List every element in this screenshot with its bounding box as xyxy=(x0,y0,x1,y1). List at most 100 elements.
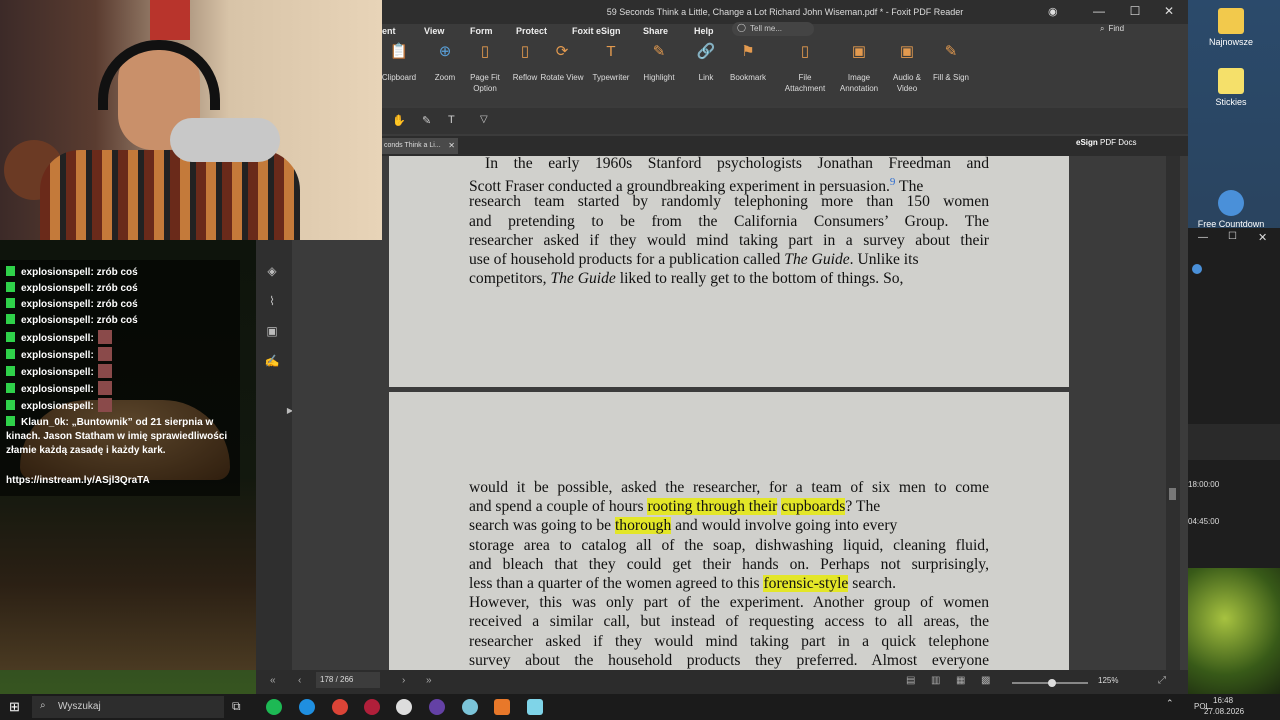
lock-icon[interactable]: ▣ xyxy=(264,324,280,340)
zoom-slider[interactable] xyxy=(1012,679,1088,687)
clock-time[interactable]: 16:48 xyxy=(1213,696,1233,705)
taskbar-search[interactable]: ⌕ Wyszukaj xyxy=(32,696,224,718)
esign-label: eSign xyxy=(1076,138,1098,147)
chevron-down-icon[interactable]: ▽ xyxy=(480,114,488,125)
continuous-page-icon[interactable]: ▥ xyxy=(931,675,940,686)
app-icon[interactable] xyxy=(396,699,412,715)
ribbon: 📋 Clipboard ⊕ Zoom ▯ Page Fit Option ▯ Reflo… xyxy=(382,40,1188,106)
emote-icon xyxy=(97,381,112,395)
pencil-icon[interactable]: ✎ xyxy=(422,114,431,127)
layers-icon[interactable]: ◈ xyxy=(264,264,280,280)
desktop-icon-free-countdown[interactable]: Free Countdown xyxy=(1196,190,1266,229)
single-page-icon[interactable]: ▤ xyxy=(906,675,915,686)
chat-username: explosionspell: xyxy=(21,333,94,344)
desktop-icon-najnowsze[interactable]: Najnowsze xyxy=(1196,8,1266,47)
text-line: use of household products for a publicat… xyxy=(469,250,989,269)
chat-link[interactable]: https://instream.ly/ASjl3QraTA xyxy=(6,474,150,488)
text-run: and spend a couple of hours xyxy=(469,498,644,516)
notepad-icon[interactable] xyxy=(527,699,543,715)
ribbon-label: Rotate View xyxy=(540,73,584,82)
continuous-facing-icon[interactable]: ▩ xyxy=(981,675,990,686)
chat-overlay: explosionspell: zrób coś explosionspell:… xyxy=(0,240,256,670)
maximize-icon[interactable]: ☐ xyxy=(1228,231,1237,242)
highlight[interactable]: rooting through their xyxy=(647,498,778,516)
first-page-icon[interactable]: « xyxy=(270,675,276,686)
chat-message: explosionspell: xyxy=(6,347,112,363)
next-page-icon[interactable]: › xyxy=(402,675,405,686)
spotify-icon[interactable] xyxy=(266,699,282,715)
close-icon[interactable]: ✕ xyxy=(1258,231,1267,244)
task-view-icon[interactable]: ⧉ xyxy=(232,699,241,714)
account-icon[interactable]: ◉ xyxy=(1048,5,1058,18)
fill-sign-button[interactable]: ✎ Fill & Sign xyxy=(926,44,976,83)
zoom-level[interactable]: 125% xyxy=(1098,676,1118,685)
menu-item-protect[interactable]: Protect xyxy=(516,26,547,36)
document-tab[interactable]: conds Think a Li... ✕ xyxy=(382,138,458,154)
chat-message: explosionspell: xyxy=(6,364,112,380)
hand-tool-icon[interactable]: ✋ xyxy=(392,114,406,127)
close-button[interactable]: ✕ xyxy=(1154,4,1184,18)
ribbon-label: Link xyxy=(698,73,714,82)
page-number-field[interactable]: 178 / 266 xyxy=(316,672,380,688)
highlight[interactable]: forensic-style xyxy=(763,574,849,592)
rotate-view-button[interactable]: ⟳ Rotate View xyxy=(537,44,587,83)
chat-username: explosionspell: xyxy=(21,315,94,326)
menu-item-view[interactable]: View xyxy=(424,26,444,36)
image-annotation-button[interactable]: ▣ Image Annotation xyxy=(834,44,884,94)
quick-toolbar: ✋ ✎ T ▽ xyxy=(382,108,1188,134)
menu-item-share[interactable]: Share xyxy=(643,26,668,36)
minimize-icon[interactable]: — xyxy=(1198,232,1208,243)
desktop-icon-label: Najnowsze xyxy=(1208,37,1254,47)
fullscreen-icon[interactable]: ⤢ xyxy=(1158,675,1166,686)
text-select-icon[interactable]: T xyxy=(448,114,455,126)
edge-icon[interactable] xyxy=(299,699,315,715)
countdown-row-selected[interactable] xyxy=(1188,424,1280,460)
recorder-icon[interactable] xyxy=(364,699,380,715)
page-number: 178 / 266 xyxy=(320,675,354,684)
windows-start-icon[interactable]: ⊞ xyxy=(9,699,20,715)
scrollbar-thumb[interactable] xyxy=(1169,488,1176,500)
file-attachment-button[interactable]: ▯ File Attachment xyxy=(780,44,830,94)
text-line: researcher asked if they would mind taki… xyxy=(469,231,989,249)
minimize-button[interactable]: — xyxy=(1084,4,1114,18)
clock-date[interactable]: 27.08.2026 xyxy=(1204,707,1244,716)
bookmark-button[interactable]: ⚑ Bookmark xyxy=(723,44,773,83)
document-viewport[interactable]: In the early 1960s Stanford psychologist… xyxy=(292,155,1168,682)
zoom-slider-thumb[interactable] xyxy=(1048,679,1056,687)
menu-item-form[interactable]: Form xyxy=(470,26,493,36)
foxit-icon[interactable] xyxy=(494,699,510,715)
text-line: survey about the household products they… xyxy=(469,651,989,669)
last-page-icon[interactable]: » xyxy=(426,675,432,686)
desktop-icon-stickies[interactable]: Stickies xyxy=(1196,68,1266,107)
maximize-button[interactable]: ☐ xyxy=(1120,4,1150,18)
find-box[interactable]: ⌕ Find xyxy=(1100,24,1124,34)
menu-item-help[interactable]: Help xyxy=(694,26,714,36)
chrome-icon[interactable] xyxy=(332,699,348,715)
pdf-page: would it be possible, asked the research… xyxy=(389,392,1069,682)
obs-icon[interactable] xyxy=(462,699,478,715)
menu-item-comment[interactable]: ent xyxy=(382,26,396,36)
menu-item-foxit-esign[interactable]: Foxit eSign xyxy=(572,26,621,36)
highlight-button[interactable]: ✎ Highlight xyxy=(634,44,684,83)
text-line: Scott Fraser conducted a groundbreaking … xyxy=(469,173,989,195)
highlight[interactable]: cupboards xyxy=(781,498,846,516)
facing-page-icon[interactable]: ▦ xyxy=(956,675,965,686)
typewriter-button[interactable]: T Typewriter xyxy=(586,44,636,83)
twitch-icon[interactable] xyxy=(429,699,445,715)
text-line: researcher asked if they would mind taki… xyxy=(469,632,989,650)
ribbon-label: Bookmark xyxy=(729,73,766,82)
vertical-scrollbar[interactable] xyxy=(1166,156,1180,670)
signature-icon[interactable]: ✍ xyxy=(264,354,280,370)
esign-panel-title[interactable]: eSign PDF Docs xyxy=(1076,138,1136,147)
tray-chevron-icon[interactable]: ⌃ xyxy=(1166,698,1174,709)
footnote-link[interactable]: 9 xyxy=(890,176,896,188)
typewriter-icon: T xyxy=(606,43,616,60)
audio-video-button[interactable]: ▣ Audio & Video xyxy=(882,44,932,94)
previous-page-icon[interactable]: ‹ xyxy=(298,675,301,686)
tell-me-search[interactable]: ◯ Tell me... xyxy=(732,22,814,36)
attachment-icon[interactable]: ⌇ xyxy=(264,294,280,310)
find-label: Find xyxy=(1108,24,1125,33)
highlight[interactable]: thorough xyxy=(614,517,672,535)
chat-username: explosionspell: xyxy=(21,267,94,278)
close-tab-icon[interactable]: ✕ xyxy=(448,141,455,150)
